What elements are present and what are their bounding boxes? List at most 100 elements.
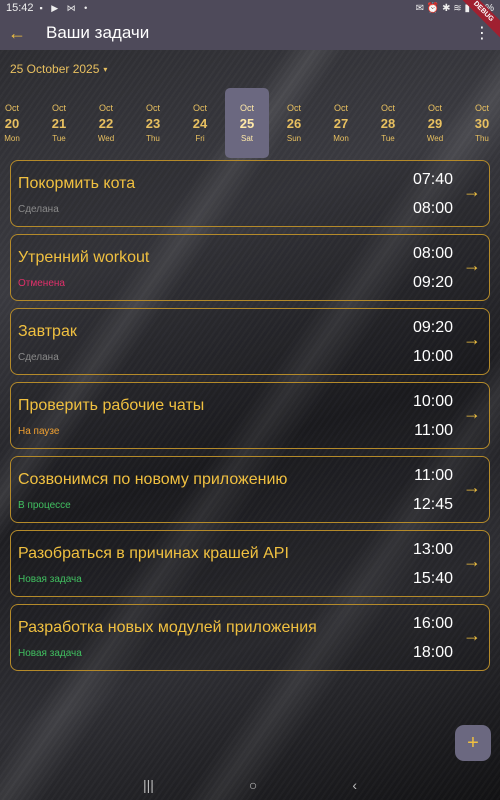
back-arrow-icon[interactable]: ← — [8, 23, 36, 44]
day-23[interactable]: Oct 23 Thu — [131, 88, 175, 158]
task-status: В процессе — [18, 500, 71, 511]
day-dow: Fri — [195, 134, 205, 143]
day-num: 24 — [192, 116, 208, 131]
day-21[interactable]: Oct 21 Tue — [37, 88, 81, 158]
task-card[interactable]: Утренний workout Отменена 08:00 09:20 → — [10, 234, 490, 301]
system-nav-bar: ||| ○ ‹ — [0, 770, 500, 800]
task-end-time: 08:00 — [412, 200, 453, 217]
day-dow: Thu — [146, 134, 160, 143]
day-mon: Oct — [145, 103, 160, 113]
task-name: Разработка новых модулей приложения — [18, 619, 317, 636]
arrow-right-icon[interactable]: → — [463, 329, 481, 350]
arrow-right-icon[interactable]: → — [463, 255, 481, 276]
task-status: Новая задача — [18, 574, 82, 585]
task-name: Проверить рабочие чаты — [18, 397, 205, 414]
task-name: Покормить кота — [18, 175, 136, 192]
day-dow: Wed — [97, 134, 115, 143]
task-list: Покормить кота Сделана 07:40 08:00 → Утренний… — [10, 160, 490, 678]
task-status: Отменена — [18, 278, 65, 289]
task-end-time: 09:20 — [412, 274, 453, 291]
notification-icons: ▪ ▶ ⋈ • — [39, 2, 91, 13]
day-mon: Oct — [427, 103, 442, 113]
task-card[interactable]: Разработка новых модулей приложения Новая… — [10, 604, 490, 671]
day-20[interactable]: Oct 20 Mon — [0, 88, 34, 158]
day-27[interactable]: Oct 27 Mon — [319, 88, 363, 158]
arrow-right-icon[interactable]: → — [463, 625, 481, 646]
day-mon: Oct — [239, 103, 254, 113]
recent-apps-icon[interactable]: ||| — [143, 777, 154, 793]
day-dow: Mon — [4, 134, 20, 143]
task-card[interactable]: Созвонимся по новому приложению В процесс… — [10, 456, 490, 523]
task-start-time: 16:00 — [412, 615, 453, 632]
day-22[interactable]: Oct 22 Wed — [84, 88, 128, 158]
date-dropdown-label: 25 October 2025 — [10, 62, 100, 76]
day-strip: Oct 20 Mon Oct 21 Tue Oct 22 Wed Oct 23 Thu Oct 24 Fri… — [0, 88, 500, 158]
task-card[interactable]: Разобраться в причинах крашей API Новая з… — [10, 530, 490, 597]
day-num: 21 — [51, 116, 67, 131]
arrow-right-icon[interactable]: → — [463, 403, 481, 424]
task-status: Сделана — [18, 352, 59, 363]
task-card[interactable]: Покормить кота Сделана 07:40 08:00 → — [10, 160, 490, 227]
task-start-time: 10:00 — [412, 393, 453, 410]
task-end-time: 15:40 — [412, 570, 453, 587]
task-start-time: 07:40 — [412, 171, 453, 188]
task-name: Созвонимся по новому приложению — [18, 471, 288, 488]
day-dow: Thu — [475, 134, 489, 143]
caret-down-icon: ▾ — [103, 64, 108, 74]
task-name: Завтрак — [18, 323, 77, 340]
day-mon: Oct — [474, 103, 489, 113]
day-num: 28 — [380, 116, 396, 131]
task-start-time: 11:00 — [414, 467, 453, 484]
status-bar: 15:42 ▪ ▶ ⋈ • ✉ ⏰ ✱ ≋ ▮ 62% — [0, 0, 500, 16]
task-name: Утренний workout — [18, 249, 150, 266]
day-dow: Tue — [381, 134, 395, 143]
task-end-time: 11:00 — [414, 422, 453, 439]
day-mon: Oct — [333, 103, 348, 113]
arrow-right-icon[interactable]: → — [463, 477, 481, 498]
task-name: Разобраться в причинах крашей API — [18, 545, 289, 562]
day-24[interactable]: Oct 24 Fri — [178, 88, 222, 158]
day-mon: Oct — [4, 103, 19, 113]
day-num: 22 — [98, 116, 114, 131]
day-26[interactable]: Oct 26 Sun — [272, 88, 316, 158]
task-end-time: 10:00 — [412, 348, 453, 365]
task-start-time: 08:00 — [412, 245, 453, 262]
date-dropdown[interactable]: 25 October 2025 ▾ — [10, 62, 107, 76]
day-dow: Wed — [426, 134, 444, 143]
day-30[interactable]: Oct 30 Thu — [460, 88, 500, 158]
arrow-right-icon[interactable]: → — [463, 181, 481, 202]
task-end-time: 12:45 — [412, 496, 453, 513]
day-dow: Sat — [240, 134, 253, 143]
day-num: 29 — [427, 116, 443, 131]
arrow-right-icon[interactable]: → — [463, 551, 481, 572]
day-num: 30 — [474, 116, 490, 131]
app-bar: ← Ваши задачи ⋮ — [0, 16, 500, 50]
day-num: 25 — [239, 116, 255, 131]
day-dow: Tue — [52, 134, 66, 143]
task-status: Сделана — [18, 204, 59, 215]
home-icon[interactable]: ○ — [249, 777, 257, 793]
day-num: 20 — [4, 116, 20, 131]
day-num: 27 — [333, 116, 349, 131]
system-back-icon[interactable]: ‹ — [352, 777, 357, 793]
day-mon: Oct — [51, 103, 66, 113]
task-card[interactable]: Проверить рабочие чаты На паузе 10:00 11:00… — [10, 382, 490, 449]
task-end-time: 18:00 — [412, 644, 453, 661]
day-25[interactable]: Oct 25 Sat — [225, 88, 269, 158]
task-card[interactable]: Завтрак Сделана 09:20 10:00 → — [10, 308, 490, 375]
day-mon: Oct — [192, 103, 207, 113]
system-status-icons: ✉ ⏰ ✱ ≋ ▮ — [415, 2, 470, 14]
add-task-button[interactable]: + — [455, 725, 491, 761]
day-28[interactable]: Oct 28 Tue — [366, 88, 410, 158]
task-status: Новая задача — [18, 648, 82, 659]
day-num: 23 — [145, 116, 161, 131]
day-dow: Sun — [286, 134, 302, 143]
day-dow: Mon — [333, 134, 349, 143]
day-mon: Oct — [286, 103, 301, 113]
task-status: На паузе — [18, 426, 60, 437]
task-start-time: 13:00 — [412, 541, 453, 558]
day-29[interactable]: Oct 29 Wed — [413, 88, 457, 158]
day-num: 26 — [286, 116, 302, 131]
task-start-time: 09:20 — [412, 319, 453, 336]
status-time: 15:42 — [6, 2, 34, 14]
